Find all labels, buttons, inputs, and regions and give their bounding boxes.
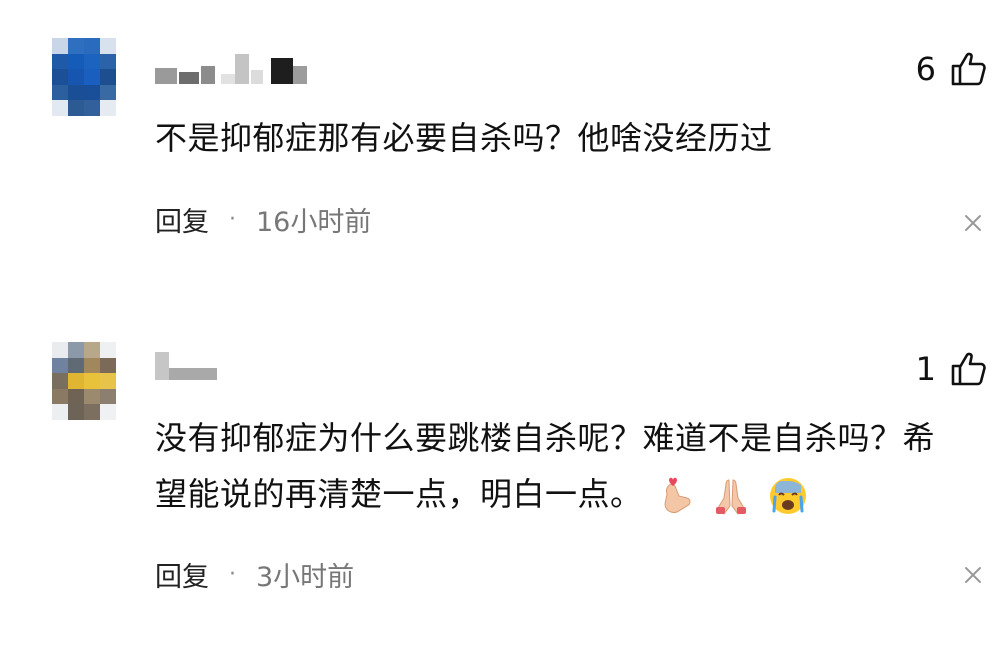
like-button[interactable]: 6 [916, 50, 986, 88]
comment-text: 没有抑郁症为什么要跳楼自杀呢？难道不是自杀吗？希 望能说的再清楚一点，明白一点。 [155, 412, 995, 520]
close-icon[interactable] [964, 214, 982, 232]
close-icon[interactable] [964, 566, 982, 584]
avatar[interactable] [52, 38, 116, 116]
username[interactable] [155, 350, 217, 380]
username[interactable] [155, 54, 307, 84]
timestamp: 3小时前 [256, 562, 355, 593]
reply-button[interactable]: 回复 [155, 200, 209, 239]
finger-heart-emoji [664, 477, 691, 513]
like-count: 6 [915, 50, 936, 88]
crying-face-emoji [769, 478, 806, 514]
comment-meta: 回复 · 16小时前 [155, 200, 371, 239]
like-count: 1 [915, 350, 936, 388]
comment-text-line-content: 望能说的再清楚一点，明白一点。 [155, 475, 643, 513]
comment-meta: 回复 · 3小时前 [155, 555, 354, 594]
separator: · [229, 207, 236, 232]
timestamp: 16小时前 [256, 207, 372, 238]
folded-hands-emoji [715, 479, 746, 515]
reply-button[interactable]: 回复 [155, 555, 209, 594]
thumbs-up-icon[interactable] [950, 351, 986, 387]
comment-text: 不是抑郁症那有必要自杀吗？他啥没经历过 [155, 119, 773, 157]
comment-text-line: 没有抑郁症为什么要跳楼自杀呢？难道不是自杀吗？希 [155, 419, 936, 457]
separator: · [229, 562, 236, 587]
avatar[interactable] [52, 342, 116, 420]
thumbs-up-icon[interactable] [950, 51, 986, 87]
comment-text-line-2: 望能说的再清楚一点，明白一点。 [155, 468, 995, 520]
like-button[interactable]: 1 [916, 350, 986, 388]
